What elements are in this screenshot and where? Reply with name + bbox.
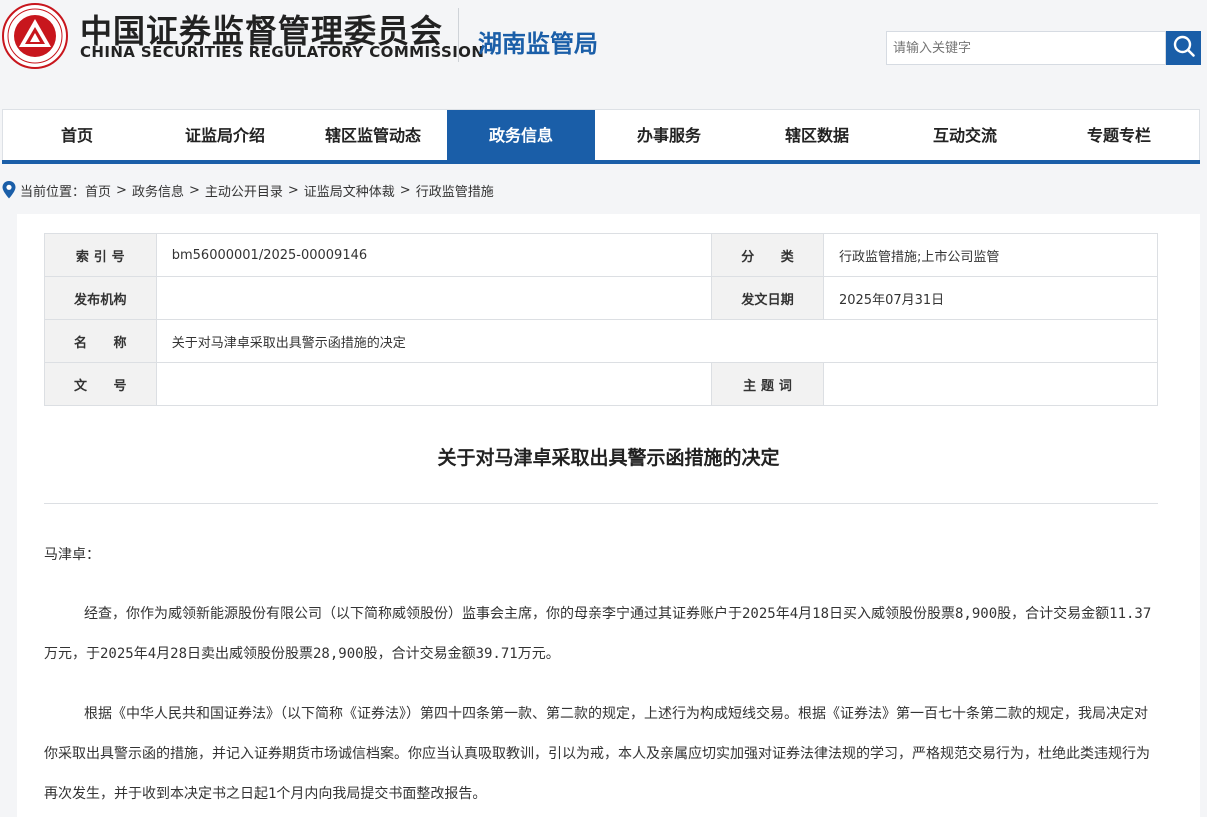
breadcrumb-item-public-catalog[interactable]: 主动公开目录 [205,181,283,200]
org-name-en: CHINA SECURITIES REGULATORY COMMISSION [80,43,485,61]
meta-index-value: bm56000001/2025-00009146 [155,233,713,277]
nav-item-special-topics[interactable]: 专题专栏 [1039,110,1199,161]
nav-item-bureau-intro[interactable]: 证监局介绍 [151,110,299,161]
meta-subject-label: 主 题 词 [711,362,824,406]
document-meta-table: 索 引 号 bm56000001/2025-00009146 分 类 行政监管措… [44,233,1159,406]
meta-subject-value [822,362,1159,406]
breadcrumb-separator: > [399,182,411,198]
document-salutation: 马津卓： [44,547,100,563]
breadcrumb-item-home[interactable]: 首页 [85,181,111,200]
nav-item-services[interactable]: 办事服务 [595,110,743,161]
breadcrumb-item-government-info[interactable]: 政务信息 [132,181,184,200]
nav-item-regional-data[interactable]: 辖区数据 [743,110,891,161]
meta-row: 名 称 关于对马津卓采取出具警示函措施的决定 [44,319,1159,363]
meta-row: 索 引 号 bm56000001/2025-00009146 分 类 行政监管措… [44,233,1159,277]
meta-category-label: 分 类 [711,233,824,277]
breadcrumb-separator: > [188,182,200,198]
breadcrumb-item-admin-measures[interactable]: 行政监管措施 [416,181,494,200]
nav-item-regulatory-news[interactable]: 辖区监管动态 [299,110,447,161]
search-button[interactable] [1166,31,1201,65]
breadcrumb-prefix: 当前位置： [20,184,86,200]
nav-item-government-info[interactable]: 政务信息 [447,110,595,161]
search-input[interactable] [886,31,1166,65]
location-pin-icon [1,180,17,200]
document-paragraph: 经查，你作为威领新能源股份有限公司（以下简称威领股份）监事会主席，你的母亲李宁通… [44,606,1152,662]
meta-index-label: 索 引 号 [44,233,157,277]
document-title: 关于对马津卓采取出具警示函措施的决定 [437,447,780,469]
header-divider [458,8,459,62]
meta-docno-value [155,362,713,406]
meta-name-value: 关于对马津卓采取出具警示函措施的决定 [155,319,1159,363]
bureau-name: 湖南监管局 [478,30,598,58]
breadcrumb: 当前位置： 首页 > 政务信息 > 主动公开目录 > 证监局文种体裁 > 行政监… [0,179,494,201]
nav-item-interaction[interactable]: 互动交流 [891,110,1039,161]
csrc-emblem-icon[interactable] [2,3,68,69]
breadcrumb-separator: > [287,182,299,198]
meta-row: 文 号 主 题 词 [44,362,1159,406]
nav-underline [2,160,1200,164]
meta-date-value: 2025年07月31日 [822,276,1159,320]
meta-docno-label: 文 号 [44,362,157,406]
breadcrumb-separator: > [116,182,127,198]
meta-date-label: 发文日期 [711,276,824,320]
meta-name-label: 名 称 [44,319,157,363]
search-icon [1172,34,1196,62]
meta-category-value: 行政监管措施;上市公司监管 [822,233,1159,277]
document-paragraph: 根据《中华人民共和国证券法》（以下简称《证券法》）第四十四条第一款、第二款的规定… [44,706,1150,802]
title-divider [44,503,1158,504]
main-nav: 首页 证监局介绍 辖区监管动态 政务信息 办事服务 辖区数据 互动交流 专题专栏 [2,109,1200,161]
site-header: 中国证券监督管理委员会 CHINA SECURITIES REGULATORY … [0,0,1207,110]
nav-item-home[interactable]: 首页 [3,110,151,161]
meta-publisher-value [155,276,713,320]
meta-publisher-label: 发布机构 [44,276,157,320]
meta-row: 发布机构 发文日期 2025年07月31日 [44,276,1159,320]
breadcrumb-item-doc-genres[interactable]: 证监局文种体裁 [304,181,395,200]
article-container: 索 引 号 bm56000001/2025-00009146 分 类 行政监管措… [17,214,1200,817]
